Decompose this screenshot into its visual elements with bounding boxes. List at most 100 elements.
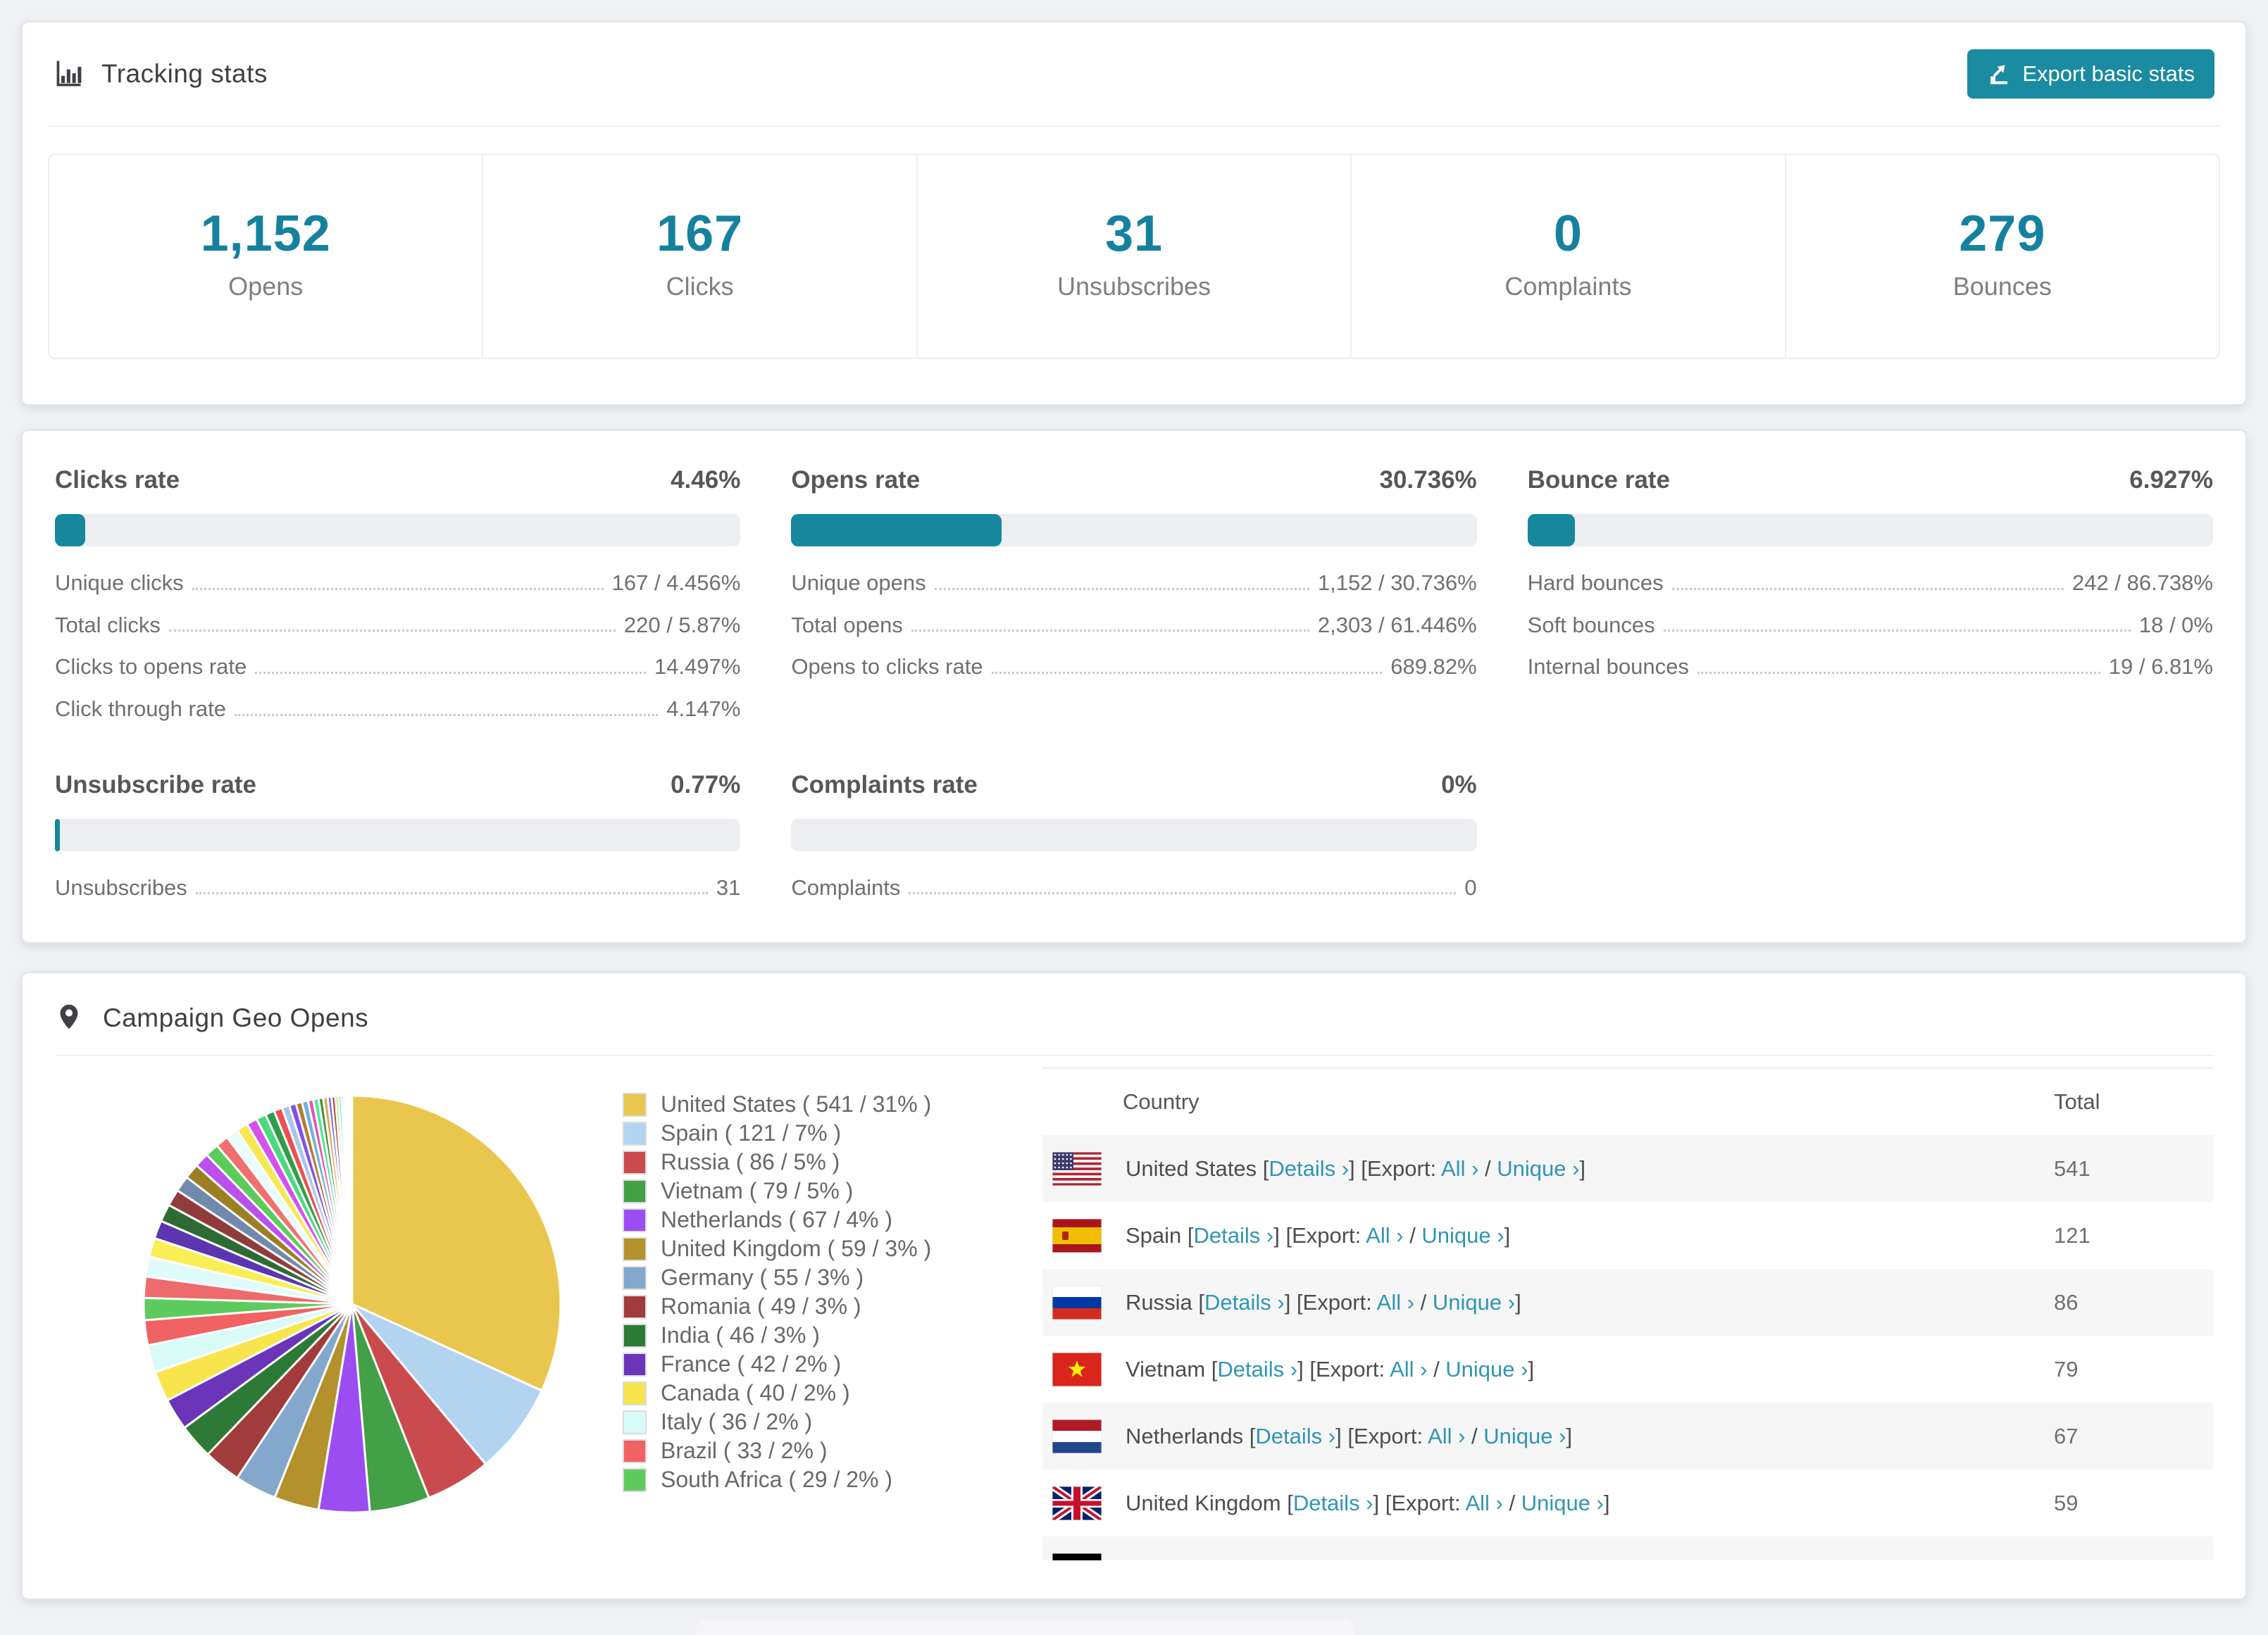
dotted-leader	[1697, 671, 2100, 674]
export-button-label: Export basic stats	[2022, 61, 2195, 86]
details-link[interactable]: Details ›	[1194, 1223, 1274, 1248]
rate-row-label: Clicks to opens rate	[55, 654, 247, 679]
progress-fill	[55, 818, 61, 851]
flag-gb-icon	[1052, 1486, 1102, 1520]
country-cell: Germany [Details ›] [Export: All › / Uni…	[1126, 1558, 2054, 1561]
export-unique-link[interactable]: Unique ›	[1445, 1357, 1528, 1382]
geo-table-row-germany: Germany [Details ›] [Export: All › / Uni…	[1042, 1536, 2213, 1560]
country-cell: United States [Details ›] [Export: All ›…	[1126, 1155, 1586, 1181]
progress-bar	[1527, 514, 2213, 546]
rate-row-value: 31	[716, 875, 741, 900]
rate-rows: Hard bounces 242 / 86.738% Soft bounces 18 …	[1528, 570, 2213, 679]
legend-label: South Africa ( 29 / 2% )	[661, 1467, 893, 1492]
legend-item-germany: Germany ( 55 / 3% )	[623, 1263, 1003, 1292]
country-name: Russia	[1126, 1289, 1192, 1315]
dotted-leader	[1663, 629, 2131, 632]
stat-cell-complaints: 0 Complaints	[1352, 155, 1786, 358]
export-all-link[interactable]: All ›	[1377, 1290, 1414, 1315]
rate-percent: 0%	[1441, 770, 1477, 798]
rate-percent: 4.46%	[671, 466, 741, 494]
total-cell: 121	[2054, 1222, 2091, 1248]
legend-item-canada: Canada ( 40 / 2% )	[623, 1379, 1003, 1408]
details-link[interactable]: Details ›	[1217, 1357, 1297, 1382]
export-unique-link[interactable]: Unique ›	[1433, 1290, 1515, 1315]
geo-table-row-russia: Russia [Details ›] [Export: All › / Uniq…	[1042, 1269, 2213, 1336]
rate-row-value: 0	[1464, 875, 1477, 900]
country-flag	[1052, 1151, 1102, 1186]
dotted-leader	[234, 713, 659, 716]
geo-table: Country Total United States [Details ›] …	[1042, 1067, 2213, 1560]
legend-item-spain: Spain ( 121 / 7% )	[623, 1119, 1003, 1148]
country-cell: Russia [Details ›] [Export: All › / Uniq…	[1126, 1289, 1521, 1315]
geo-table-row-netherlands: Netherlands [Details ›] [Export: All › /…	[1042, 1403, 2213, 1470]
details-link[interactable]: Details ›	[1228, 1558, 1308, 1561]
export-unique-link[interactable]: Unique ›	[1421, 1223, 1504, 1248]
export-all-link[interactable]: All ›	[1366, 1223, 1403, 1248]
export-all-link[interactable]: All ›	[1390, 1357, 1427, 1382]
rate-row-label: Unique clicks	[55, 570, 184, 595]
country-cell: Netherlands [Details ›] [Export: All › /…	[1126, 1423, 1573, 1448]
rate-row-internal-bounces: Internal bounces 19 / 6.81%	[1528, 654, 2213, 679]
legend-swatch	[623, 1150, 647, 1174]
country-flag	[1052, 1352, 1102, 1386]
export-unique-link[interactable]: Unique ›	[1456, 1558, 1538, 1561]
rate-title: Unsubscribe rate	[55, 770, 256, 798]
legend-item-italy: Italy ( 36 / 2% )	[623, 1408, 1003, 1436]
column-header-total: Total	[2054, 1089, 2100, 1114]
rate-row-label: Opens to clicks rate	[791, 654, 983, 679]
rate-row-value: 2,303 / 61.446%	[1317, 612, 1477, 637]
details-link[interactable]: Details ›	[1269, 1156, 1349, 1181]
export-basic-stats-button[interactable]: Export basic stats	[1967, 49, 2214, 99]
rate-rows: Unsubscribes 31	[55, 875, 740, 901]
export-all-link[interactable]: All ›	[1441, 1156, 1478, 1181]
export-unique-link[interactable]: Unique ›	[1521, 1491, 1604, 1515]
progress-bar	[791, 818, 1477, 851]
rate-row-label: Internal bounces	[1527, 654, 1689, 679]
export-all-link[interactable]: All ›	[1400, 1558, 1437, 1561]
country-flag	[1052, 1553, 1102, 1560]
rate-row-unique-clicks: Unique clicks 167 / 4.456%	[55, 570, 740, 596]
rate-row-value: 4.147%	[666, 696, 741, 721]
geo-pie-chart[interactable]	[134, 1084, 571, 1521]
legend-item-russia: Russia ( 86 / 5% )	[623, 1148, 1003, 1177]
rate-head: Unsubscribe rate 0.77%	[55, 771, 740, 799]
export-icon	[1987, 62, 2011, 86]
legend-swatch	[623, 1352, 647, 1377]
rate-section-complaints-rate: Complaints rate 0% Complaints 0	[791, 770, 1477, 917]
country-cell: United Kingdom [Details ›] [Export: All …	[1126, 1490, 1610, 1515]
details-link[interactable]: Details ›	[1293, 1491, 1373, 1515]
rate-rows: Unique clicks 167 / 4.456% Total clicks 220…	[55, 570, 740, 722]
geo-title: Campaign Geo Opens	[103, 1003, 369, 1032]
dotted-leader	[991, 671, 1383, 674]
legend-item-romania: Romania ( 49 / 3% )	[623, 1292, 1003, 1321]
pie-slice-other-36[interactable]	[350, 1094, 354, 1305]
legend-swatch	[623, 1265, 647, 1290]
flag-vn-icon	[1052, 1352, 1102, 1386]
details-link[interactable]: Details ›	[1255, 1424, 1335, 1448]
export-all-link[interactable]: All ›	[1465, 1491, 1502, 1515]
map-pin-icon	[55, 1003, 86, 1034]
export-unique-link[interactable]: Unique ›	[1497, 1156, 1579, 1181]
progress-bar	[55, 514, 741, 546]
dotted-leader	[192, 587, 604, 590]
rate-rows: Complaints 0	[791, 875, 1476, 901]
dotted-leader	[909, 892, 1457, 895]
export-all-link[interactable]: All ›	[1428, 1424, 1465, 1448]
progress-bar	[791, 514, 1477, 546]
legend-label: France ( 42 / 2% )	[661, 1351, 842, 1377]
progress-fill	[791, 514, 1002, 546]
rate-row-label: Soft bounces	[1527, 612, 1655, 637]
legend-item-france: France ( 42 / 2% )	[623, 1350, 1003, 1379]
legend-item-netherlands: Netherlands ( 67 / 4% )	[623, 1205, 1003, 1234]
rate-row-soft-bounces: Soft bounces 18 / 0%	[1528, 613, 2213, 638]
details-link[interactable]: Details ›	[1204, 1290, 1285, 1315]
rate-row-complaints: Complaints 0	[791, 875, 1476, 901]
country-name: United Kingdom	[1126, 1490, 1281, 1515]
geo-table-row-united-kingdom: United Kingdom [Details ›] [Export: All …	[1042, 1470, 2213, 1536]
export-unique-link[interactable]: Unique ›	[1483, 1424, 1566, 1448]
country-flag	[1052, 1486, 1102, 1520]
progress-fill	[55, 514, 86, 546]
header-divider	[48, 125, 2220, 127]
flag-de-icon	[1052, 1553, 1102, 1560]
stat-label: Bounces	[1952, 272, 2052, 301]
